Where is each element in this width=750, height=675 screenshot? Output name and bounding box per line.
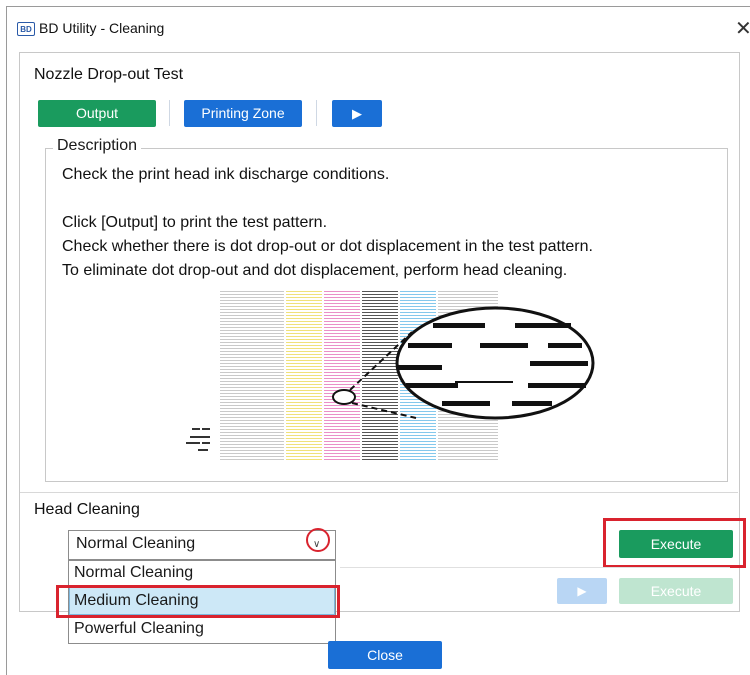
toolbar-separator <box>316 100 317 126</box>
output-button[interactable]: Output <box>38 100 156 127</box>
close-button[interactable]: Close <box>328 641 442 669</box>
section-divider <box>20 492 738 493</box>
option-powerful-cleaning[interactable]: Powerful Cleaning <box>74 620 204 638</box>
play-button[interactable]: ▶ <box>332 100 382 127</box>
secondary-execute-button[interactable]: Execute <box>619 578 733 604</box>
pattern-gray-block <box>220 290 284 460</box>
pattern-yellow-block <box>286 290 322 460</box>
head-cleaning-title: Head Cleaning <box>34 501 140 518</box>
pattern-magenta-block <box>324 290 360 460</box>
description-line: Check the print head ink discharge condi… <box>62 166 390 183</box>
magnify-source-ellipse <box>332 389 356 405</box>
annotation-circle <box>306 528 330 552</box>
description-line: Check whether there is dot drop-out or d… <box>62 238 593 255</box>
section-divider <box>340 567 730 568</box>
annotation-rectangle <box>603 518 746 568</box>
window-title: BD Utility - Cleaning <box>39 20 165 36</box>
annotation-rectangle <box>56 585 340 618</box>
pattern-marks <box>186 428 210 451</box>
app-logo-icon: BD <box>17 22 35 36</box>
close-icon[interactable]: ✕ <box>735 16 750 41</box>
option-normal-cleaning[interactable]: Normal Cleaning <box>74 564 193 582</box>
description-legend: Description <box>53 137 142 155</box>
description-line: Click [Output] to print the test pattern… <box>62 214 328 231</box>
description-line: To eliminate dot drop-out and dot displa… <box>62 262 568 279</box>
nozzle-test-title: Nozzle Drop-out Test <box>34 66 184 83</box>
cleaning-type-selected-value: Normal Cleaning <box>76 535 196 552</box>
secondary-play-button[interactable]: ▶ <box>557 578 607 604</box>
printing-zone-button[interactable]: Printing Zone <box>184 100 302 127</box>
test-pattern-illustration <box>186 290 595 460</box>
toolbar-separator <box>169 100 170 126</box>
